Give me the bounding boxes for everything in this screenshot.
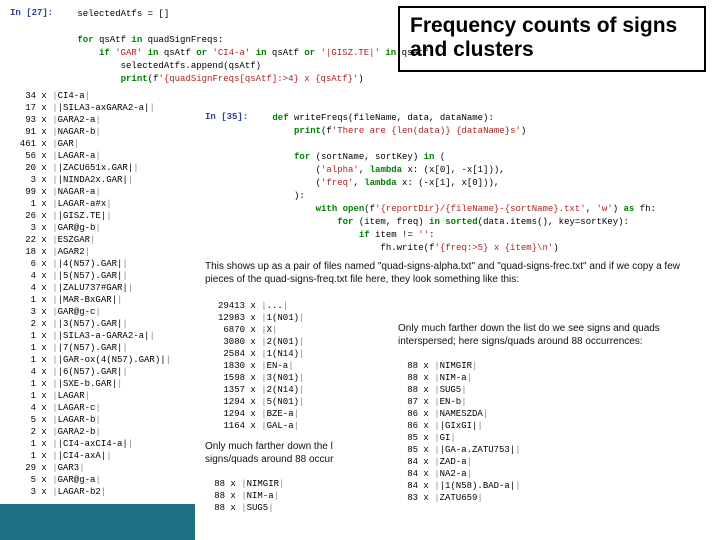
freq-row: 86 x |NAMESZDA| — [398, 408, 578, 420]
freq-row: 5 x |GAR@g-a| — [10, 474, 185, 486]
freq-row: 86 x ||GIxGI|| — [398, 420, 578, 432]
right-freq-list: 88 x |NIMGIR|88 x |NIM-a|88 x |SUG5|87 x… — [398, 360, 578, 504]
freq-row: 6870 x |X| — [205, 324, 345, 336]
freq-row: 91 x |NAGAR-b| — [10, 126, 185, 138]
freq-row: 12983 x |1(N01)| — [205, 312, 345, 324]
freq-row: 84 x |ZAD-a| — [398, 456, 578, 468]
freq-row: 4 x |LAGAR-c| — [10, 402, 185, 414]
freq-row: 84 x |NA2-a| — [398, 468, 578, 480]
freq-row: 1 x ||MAR-BxGAR|| — [10, 294, 185, 306]
cell2-body: def writeFreqs(fileName, data, dataName)… — [272, 112, 656, 255]
freq-row: 4 x ||5(N57).GAR|| — [10, 270, 185, 282]
freq-row: 1 x ||CI4-axA|| — [10, 450, 185, 462]
freq-row: 1357 x |2(N14)| — [205, 384, 345, 396]
freq-row: 2 x |GARA2-b| — [10, 426, 185, 438]
freq-row: 85 x ||GA-a.ZATU753|| — [398, 444, 578, 456]
freq-row: 1598 x |3(N01)| — [205, 372, 345, 384]
freq-row: 88 x |NIM-a| — [205, 490, 345, 502]
freq-row: 22 x |ESZGAR| — [10, 234, 185, 246]
freq-row: 1 x ||GAR-ox(4(N57).GAR)|| — [10, 354, 185, 366]
freq-row: 29 x |GAR3| — [10, 462, 185, 474]
midbottom-freq-list: 88 x |NIMGIR|88 x |NIM-a|88 x |SUG5| — [205, 478, 345, 514]
freq-row: 1 x ||SILA3-a-GARA2-a|| — [10, 330, 185, 342]
freq-row: 34 x |CI4-a| — [10, 90, 185, 102]
freq-row: 87 x |EN-b| — [398, 396, 578, 408]
freq-row: 83 x |ZATU659| — [398, 492, 578, 504]
left-freq-list: 34 x |CI4-a|17 x ||SILA3-axGARA2-a||93 x… — [10, 90, 185, 498]
freq-row: 3 x |GAR@g-b| — [10, 222, 185, 234]
freq-row: 1 x ||CI4-axCI4-a|| — [10, 438, 185, 450]
freq-row: 5 x |LAGAR-b| — [10, 414, 185, 426]
freq-row: 88 x |SUG5| — [205, 502, 345, 514]
mid-freq-list: 29413 x |...|12983 x |1(N01)|6870 x |X|3… — [205, 300, 345, 432]
freq-row: 26 x ||GISZ.TE|| — [10, 210, 185, 222]
freq-row: 88 x |SUG5| — [398, 384, 578, 396]
freq-row: 1830 x |EN-a| — [205, 360, 345, 372]
freq-row: 461 x |GAR| — [10, 138, 185, 150]
cell2-prompt: In [35]: — [205, 112, 267, 122]
freq-row: 4 x ||ZALU737#GAR|| — [10, 282, 185, 294]
freq-row: 84 x ||1(N58).BAD-a|| — [398, 480, 578, 492]
freq-row: 6 x ||4(N57).GAR|| — [10, 258, 185, 270]
explain-para-3: Only much farther down the list do we se… — [398, 322, 708, 348]
freq-row: 2 x ||3(N57).GAR|| — [10, 318, 185, 330]
freq-row: 17 x ||SILA3-axGARA2-a|| — [10, 102, 185, 114]
code-cell-2: In [35]: def writeFreqs(fileName, data, … — [205, 112, 705, 255]
freq-row: 56 x |LAGAR-a| — [10, 150, 185, 162]
freq-row: 1 x |LAGAR| — [10, 390, 185, 402]
freq-row: 1 x |LAGAR-a#x| — [10, 198, 185, 210]
explain-para-2: Only much farther down the l signs/quads… — [205, 440, 385, 466]
freq-row: 1 x ||SXE-b.GAR|| — [10, 378, 185, 390]
freq-row: 85 x |GI| — [398, 432, 578, 444]
freq-row: 1 x ||7(N57).GAR|| — [10, 342, 185, 354]
freq-row: 20 x ||ZACU651x.GAR|| — [10, 162, 185, 174]
code-cell-1: In [27]: selectedAtfs = [] for qsAtf in … — [10, 8, 570, 86]
freq-row: 18 x |AGAR2| — [10, 246, 185, 258]
freq-row: 88 x |NIM-a| — [398, 372, 578, 384]
freq-row: 3080 x |2(N01)| — [205, 336, 345, 348]
freq-row: 29413 x |...| — [205, 300, 345, 312]
freq-row: 3 x |LAGAR-b2| — [10, 486, 185, 498]
freq-row: 88 x |NIMGIR| — [205, 478, 345, 490]
freq-row: 93 x |GARA2-a| — [10, 114, 185, 126]
freq-row: 2584 x |1(N14)| — [205, 348, 345, 360]
freq-row: 4 x ||6(N57).GAR|| — [10, 366, 185, 378]
freq-row: 3 x ||NINDA2x.GAR|| — [10, 174, 185, 186]
cell1-body: selectedAtfs = [] for qsAtf in quadSignF… — [77, 8, 434, 86]
freq-row: 99 x |NAGAR-a| — [10, 186, 185, 198]
footer-bar — [0, 504, 195, 540]
freq-row: 88 x |NIMGIR| — [398, 360, 578, 372]
freq-row: 1294 x |5(N01)| — [205, 396, 345, 408]
cell1-prompt: In [27]: — [10, 8, 72, 18]
freq-row: 3 x |GAR@g-c| — [10, 306, 185, 318]
freq-row: 1164 x |GAL-a| — [205, 420, 345, 432]
freq-row: 1294 x |BZE-a| — [205, 408, 345, 420]
explain-para-1: This shows up as a pair of files named "… — [205, 260, 705, 286]
